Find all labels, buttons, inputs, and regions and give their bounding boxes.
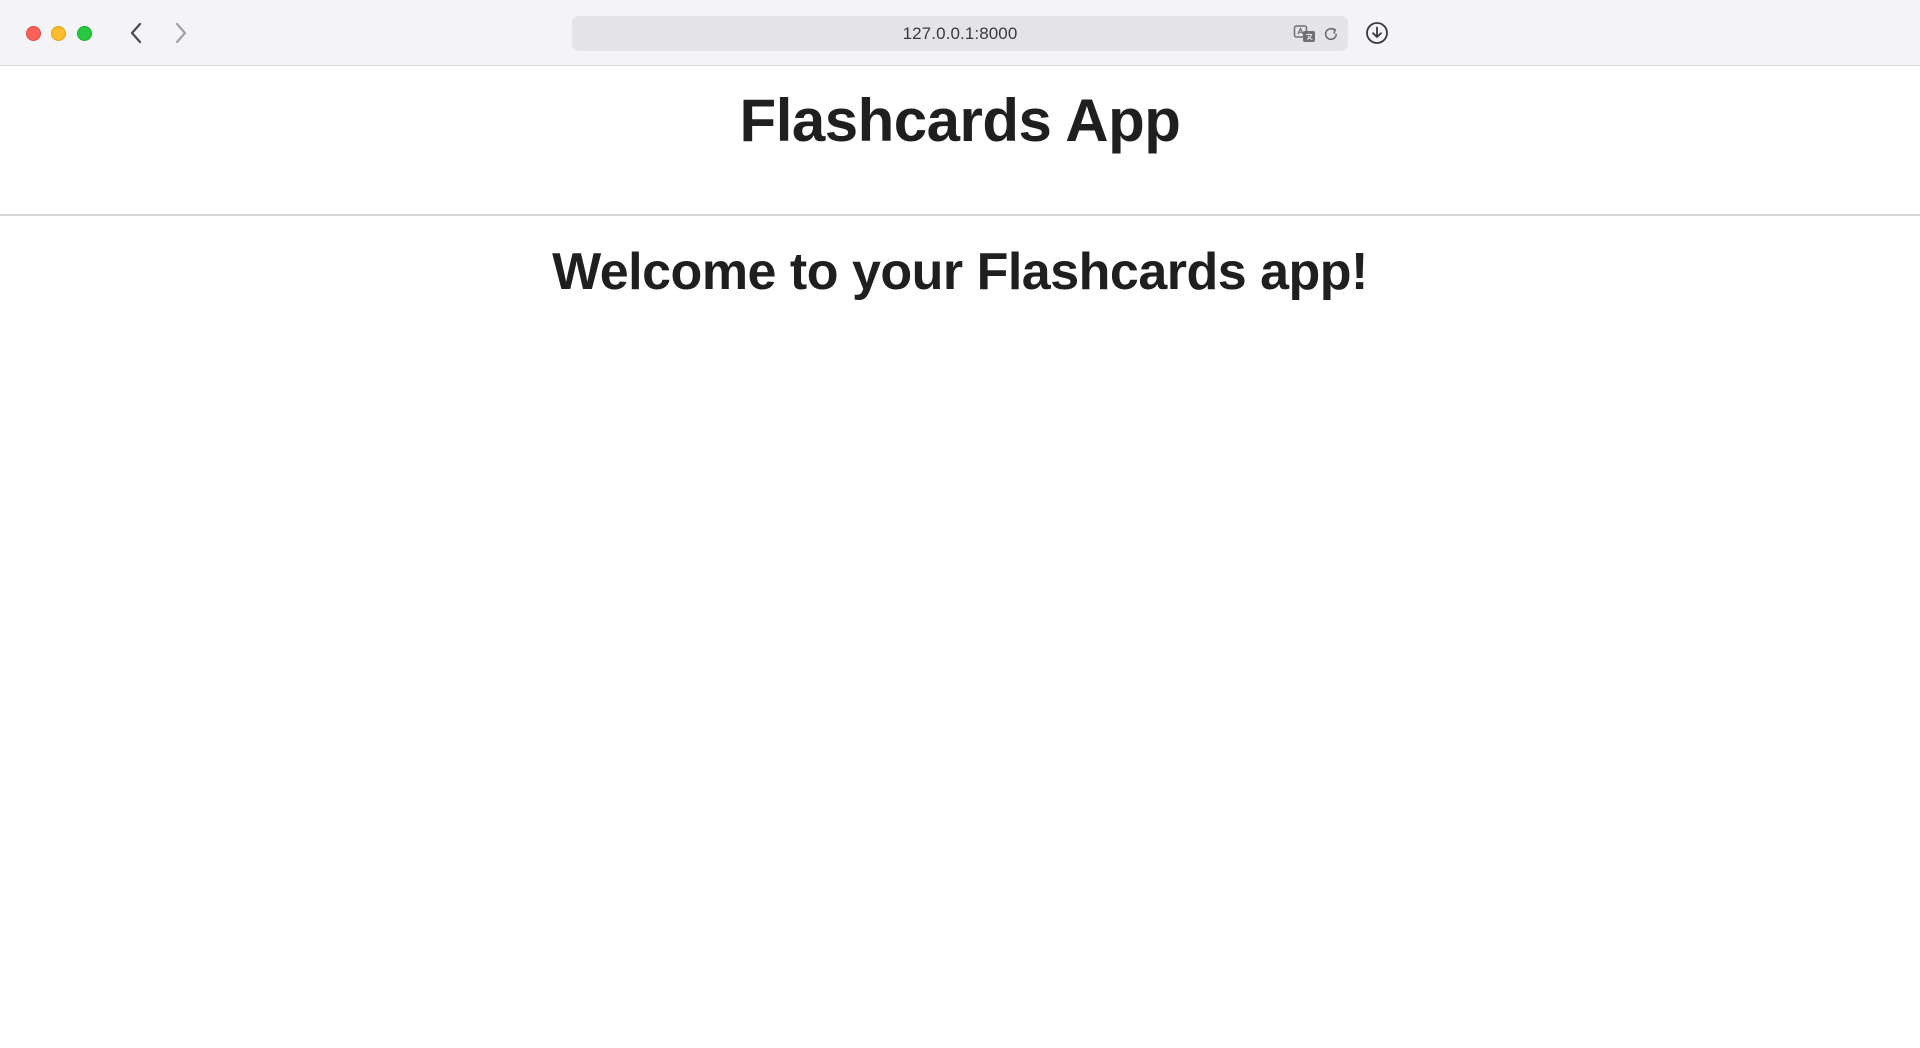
web-page: Flashcards App Welcome to your Flashcard… [0, 67, 1920, 1048]
reload-button[interactable] [1320, 23, 1342, 45]
window-maximize-button[interactable] [77, 26, 92, 41]
back-button[interactable] [120, 18, 152, 48]
chevron-left-icon [130, 22, 142, 44]
window-close-button[interactable] [26, 26, 41, 41]
download-icon [1366, 22, 1388, 44]
translate-button[interactable] [1293, 23, 1317, 45]
forward-button[interactable] [165, 18, 197, 48]
browser-toolbar: 127.0.0.1:8000 [0, 0, 1920, 66]
site-title: Flashcards App [739, 87, 1181, 154]
reload-icon [1324, 27, 1337, 41]
address-url[interactable]: 127.0.0.1:8000 [572, 16, 1348, 51]
browser-window: 127.0.0.1:8000 Flashcards App Welcome to… [0, 0, 1920, 1048]
site-header: Flashcards App [0, 67, 1920, 216]
address-bar[interactable]: 127.0.0.1:8000 [572, 16, 1348, 51]
downloads-button[interactable] [1364, 20, 1390, 46]
welcome-heading: Welcome to your Flashcards app! [552, 243, 1368, 301]
translate-icon [1293, 25, 1315, 42]
chevron-right-icon [175, 22, 187, 44]
window-minimize-button[interactable] [51, 26, 66, 41]
